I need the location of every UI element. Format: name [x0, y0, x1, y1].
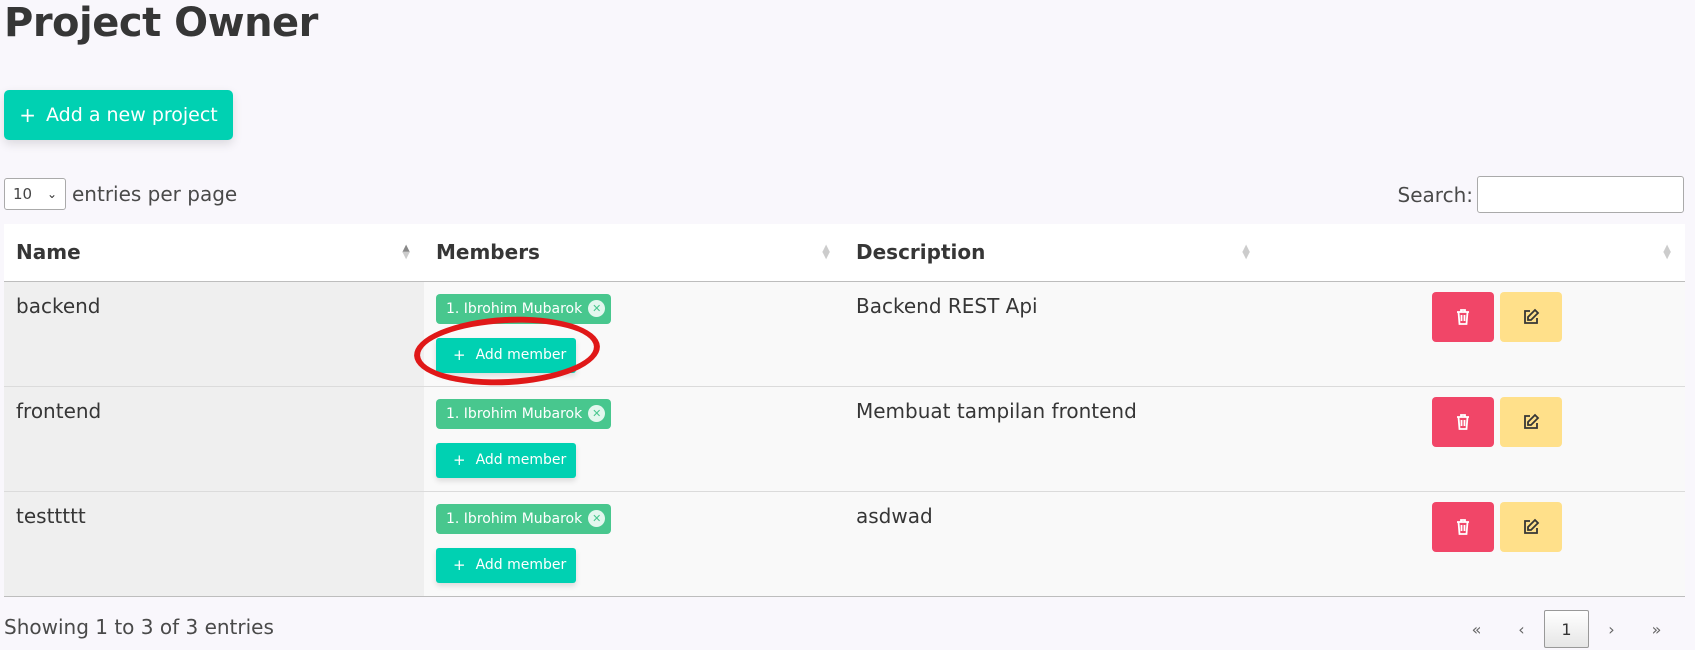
add-project-button[interactable]: + Add a new project [4, 90, 233, 140]
column-header-description[interactable]: Description ▲ ▼ [844, 224, 1264, 281]
entries-per-page-select[interactable]: 10 ⌄ [4, 178, 66, 210]
pagination-last[interactable]: » [1634, 610, 1679, 648]
member-tag: 1. Ibrohim Mubarok ✕ [436, 398, 612, 429]
search-control: Search: [1398, 176, 1684, 213]
trash-icon [1457, 308, 1469, 325]
add-member-button[interactable]: + Add member [436, 337, 576, 373]
project-name: testtttt [4, 491, 424, 596]
delete-button[interactable] [1432, 501, 1494, 552]
plus-icon: + [453, 346, 466, 364]
search-input[interactable] [1477, 176, 1684, 213]
actions-cell [1264, 386, 1685, 491]
actions-cell [1264, 491, 1685, 596]
members-cell: 1. Ibrohim Mubarok ✕ + Add member [424, 386, 844, 491]
sort-icon: ▲ ▼ [1242, 243, 1250, 262]
project-name: backend [4, 281, 424, 386]
edit-icon [1524, 518, 1540, 534]
pagination-page-current[interactable]: 1 [1544, 610, 1589, 648]
actions-cell [1264, 281, 1685, 386]
project-description: Membuat tampilan frontend [856, 398, 1137, 423]
sort-icon: ▲ ▼ [1663, 243, 1671, 262]
project-description: asdwad [856, 503, 933, 528]
chevron-down-icon: ⌄ [46, 187, 57, 201]
column-header-name[interactable]: Name ▲ ▼ [4, 224, 424, 281]
add-project-label: Add a new project [46, 104, 218, 126]
page-title: Project Owner [4, 0, 318, 46]
table-row: testtttt 1. Ibrohim Mubarok ✕ + Add memb… [4, 491, 1685, 596]
member-tag: 1. Ibrohim Mubarok ✕ [436, 503, 612, 534]
table-row: backend 1. Ibrohim Mubarok ✕ + Add membe… [4, 281, 1685, 386]
plus-icon: + [453, 556, 466, 574]
close-icon[interactable]: ✕ [588, 510, 606, 527]
pagination-next[interactable]: › [1589, 610, 1634, 648]
trash-icon [1457, 413, 1469, 430]
table-header-row: Name ▲ ▼ Members ▲ ▼ Description ▲ ▼ ▲ ▼ [4, 224, 1685, 281]
projects-table: Name ▲▼ Members ▲▼ Description ▲▼ ▲▼ [4, 224, 1685, 597]
pagination-prev[interactable]: ‹ [1499, 610, 1544, 648]
pagination: « ‹ 1 › » [1454, 610, 1679, 648]
edit-button[interactable] [1500, 291, 1562, 342]
search-label: Search: [1397, 182, 1473, 207]
sort-icon: ▲ ▼ [402, 243, 410, 262]
edit-icon [1524, 308, 1540, 324]
entries-label: entries per page [72, 182, 238, 206]
project-description: Backend REST Api [856, 293, 1038, 318]
plus-icon: + [19, 103, 36, 127]
delete-button[interactable] [1432, 396, 1494, 447]
edit-icon [1524, 413, 1540, 429]
add-member-button[interactable]: + Add member [436, 442, 576, 478]
project-name: frontend [4, 386, 424, 491]
trash-icon [1457, 518, 1469, 535]
table-row: frontend 1. Ibrohim Mubarok ✕ + Add memb… [4, 386, 1685, 491]
plus-icon: + [453, 451, 466, 469]
members-cell: 1. Ibrohim Mubarok ✕ + Add member [424, 281, 844, 386]
add-member-button[interactable]: + Add member [436, 547, 576, 583]
sort-icon: ▲ ▼ [822, 243, 830, 262]
delete-button[interactable] [1432, 291, 1494, 342]
column-header-members[interactable]: Members ▲ ▼ [424, 224, 844, 281]
table-info: Showing 1 to 3 of 3 entries [4, 615, 274, 639]
page: Project Owner + Add a new project 10 ⌄ e… [0, 0, 1695, 650]
close-icon[interactable]: ✕ [588, 300, 606, 317]
entries-selected-value: 10 [13, 185, 33, 203]
edit-button[interactable] [1500, 501, 1562, 552]
edit-button[interactable] [1500, 396, 1562, 447]
member-tag: 1. Ibrohim Mubarok ✕ [436, 293, 612, 324]
members-cell: 1. Ibrohim Mubarok ✕ + Add member [424, 491, 844, 596]
pagination-first[interactable]: « [1454, 610, 1499, 648]
close-icon[interactable]: ✕ [588, 405, 606, 422]
column-header-actions[interactable]: ▲ ▼ [1264, 224, 1685, 281]
entries-control: 10 ⌄ entries per page [4, 178, 237, 210]
